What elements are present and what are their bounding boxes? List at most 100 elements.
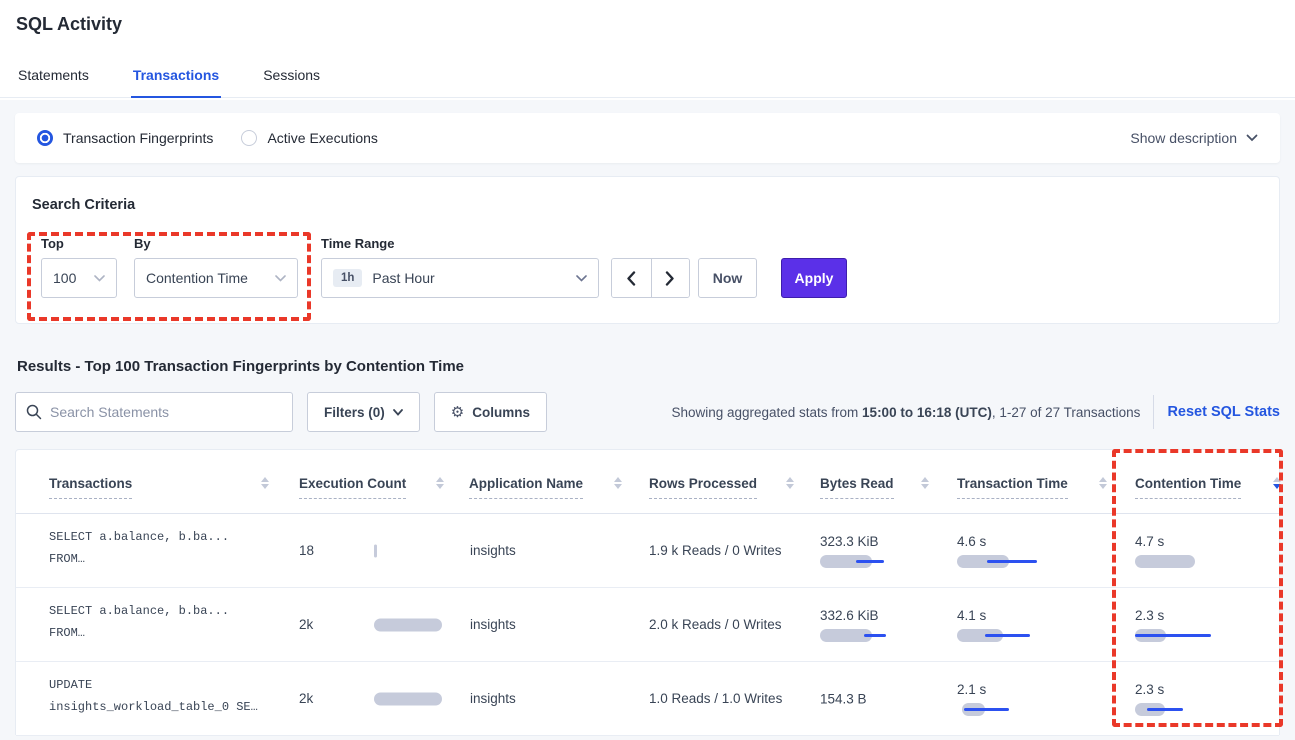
time-range-select[interactable]: 1h Past Hour bbox=[321, 258, 599, 298]
by-select-value: Contention Time bbox=[146, 270, 248, 286]
toolbar-divider bbox=[1153, 395, 1154, 429]
transaction-fingerprint-link[interactable]: UPDATEinsights_workload_table_0 SE… bbox=[49, 674, 258, 718]
by-select[interactable]: Contention Time bbox=[134, 258, 298, 298]
time-range-label: Time Range bbox=[321, 236, 394, 251]
transaction-time-cell: 4.6 s bbox=[957, 534, 1047, 568]
top-label: Top bbox=[41, 236, 64, 251]
sort-icon-bytes-read[interactable] bbox=[921, 477, 929, 489]
page-body: Transaction Fingerprints Active Executio… bbox=[0, 100, 1295, 740]
chevron-right-icon bbox=[665, 271, 675, 286]
show-description-toggle[interactable]: Show description bbox=[1130, 130, 1258, 146]
col-header-application-name[interactable]: Application Name bbox=[469, 476, 583, 499]
tab-statements[interactable]: Statements bbox=[16, 59, 91, 97]
search-criteria-heading: Search Criteria bbox=[32, 197, 135, 213]
col-header-transactions[interactable]: Transactions bbox=[49, 476, 132, 499]
bytes-read-cell: 154.3 B bbox=[820, 691, 867, 706]
toolbar-right: Showing aggregated stats from 15:00 to 1… bbox=[671, 395, 1280, 429]
transaction-time-bar bbox=[957, 703, 1047, 716]
execution-count-value: 2k bbox=[299, 588, 313, 661]
search-input[interactable] bbox=[15, 392, 293, 432]
chevron-down-icon bbox=[393, 409, 403, 416]
reset-sql-stats-link[interactable]: Reset SQL Stats bbox=[1167, 404, 1280, 420]
application-name-value: insights bbox=[470, 662, 516, 735]
bytes-read-cell: 323.3 KiB bbox=[820, 534, 910, 568]
radio-label: Transaction Fingerprints bbox=[63, 130, 213, 146]
sort-icon-contention-time[interactable] bbox=[1273, 477, 1281, 489]
aggregated-stats-text: Showing aggregated stats from 15:00 to 1… bbox=[671, 405, 1140, 420]
transaction-time-bar bbox=[957, 555, 1047, 568]
sort-icon-execution-count[interactable] bbox=[436, 477, 444, 489]
tab-sessions[interactable]: Sessions bbox=[261, 59, 322, 97]
by-label: By bbox=[134, 236, 151, 251]
transactions-table: Transactions Execution Count Application… bbox=[15, 449, 1280, 735]
bytes-read-cell: 332.6 KiB bbox=[820, 608, 910, 642]
contention-time-bar bbox=[1135, 703, 1225, 716]
now-button[interactable]: Now bbox=[698, 258, 757, 298]
bytes-read-bar bbox=[820, 555, 910, 568]
execution-count-value: 18 bbox=[299, 514, 314, 587]
filters-button[interactable]: Filters (0) bbox=[307, 392, 420, 432]
time-range-value: Past Hour bbox=[372, 270, 434, 286]
execution-count-bar bbox=[374, 544, 444, 557]
results-heading: Results - Top 100 Transaction Fingerprin… bbox=[15, 358, 1280, 375]
sort-icon-transactions[interactable] bbox=[261, 477, 269, 489]
contention-time-bar bbox=[1135, 629, 1225, 642]
chevron-down-icon bbox=[275, 275, 286, 282]
rows-processed-value: 1.0 Reads / 1.0 Writes bbox=[649, 662, 782, 735]
bytes-read-bar bbox=[820, 629, 910, 642]
show-description-label: Show description bbox=[1130, 130, 1237, 146]
sort-icon-application-name[interactable] bbox=[614, 477, 622, 489]
application-name-value: insights bbox=[470, 514, 516, 587]
transaction-fingerprint-link[interactable]: SELECT a.balance, b.ba...FROM… bbox=[49, 526, 229, 570]
time-next-button[interactable] bbox=[651, 259, 690, 297]
time-step-group bbox=[611, 258, 690, 298]
top-select[interactable]: 100 bbox=[41, 258, 117, 298]
transaction-time-cell: 4.1 s bbox=[957, 608, 1047, 642]
time-range-value-wrap: 1h Past Hour bbox=[333, 269, 435, 287]
contention-time-bar bbox=[1135, 555, 1225, 568]
col-header-rows-processed[interactable]: Rows Processed bbox=[649, 476, 757, 499]
results-toolbar: Filters (0) ⚙ Columns Showing aggregated… bbox=[15, 392, 1280, 432]
table-row: UPDATEinsights_workload_table_0 SE… 2k i… bbox=[16, 662, 1279, 736]
sort-icon-rows-processed[interactable] bbox=[786, 477, 794, 489]
col-header-bytes-read[interactable]: Bytes Read bbox=[820, 476, 894, 499]
col-header-execution-count[interactable]: Execution Count bbox=[299, 476, 406, 499]
transaction-time-cell: 2.1 s bbox=[957, 682, 1047, 716]
search-criteria-card: Search Criteria Top 100 By Contention Ti… bbox=[15, 176, 1280, 324]
view-toggle-bar: Transaction Fingerprints Active Executio… bbox=[15, 113, 1280, 163]
columns-label: Columns bbox=[472, 405, 530, 420]
top-select-value: 100 bbox=[53, 270, 76, 286]
chevron-down-icon bbox=[94, 275, 105, 282]
radio-selected-icon bbox=[37, 130, 53, 146]
contention-time-cell: 4.7 s bbox=[1135, 534, 1225, 568]
table-row: SELECT a.balance, b.ba...FROM… 18 insigh… bbox=[16, 514, 1279, 588]
tab-transactions[interactable]: Transactions bbox=[131, 59, 221, 98]
contention-time-cell: 2.3 s bbox=[1135, 608, 1225, 642]
stats-time-range: 15:00 to 16:18 (UTC) bbox=[862, 405, 992, 420]
col-header-transaction-time[interactable]: Transaction Time bbox=[957, 476, 1068, 499]
sql-activity-page: SQL Activity Statements Transactions Ses… bbox=[0, 0, 1295, 740]
application-name-value: insights bbox=[470, 588, 516, 661]
apply-button[interactable]: Apply bbox=[781, 258, 847, 298]
gear-icon: ⚙ bbox=[451, 403, 464, 421]
radio-active-executions[interactable]: Active Executions bbox=[241, 130, 378, 146]
time-prev-button[interactable] bbox=[612, 259, 651, 297]
chevron-down-icon bbox=[1246, 134, 1258, 142]
execution-count-bar bbox=[374, 692, 444, 705]
page-title: SQL Activity bbox=[16, 14, 1279, 35]
tab-bar: Statements Transactions Sessions bbox=[0, 59, 1295, 98]
sort-icon-transaction-time[interactable] bbox=[1099, 477, 1107, 489]
execution-count-bar bbox=[374, 618, 444, 631]
radio-label: Active Executions bbox=[267, 130, 378, 146]
contention-time-cell: 2.3 s bbox=[1135, 682, 1225, 716]
table-row: SELECT a.balance, b.ba...FROM… 2k insigh… bbox=[16, 588, 1279, 662]
transaction-time-bar bbox=[957, 629, 1047, 642]
time-range-badge: 1h bbox=[333, 269, 362, 287]
page-header: SQL Activity bbox=[0, 0, 1295, 35]
col-header-contention-time[interactable]: Contention Time bbox=[1135, 476, 1241, 499]
columns-button[interactable]: ⚙ Columns bbox=[434, 392, 547, 432]
table-header-row: Transactions Execution Count Application… bbox=[16, 450, 1279, 514]
radio-transaction-fingerprints[interactable]: Transaction Fingerprints bbox=[37, 130, 213, 146]
chevron-left-icon bbox=[626, 271, 636, 286]
transaction-fingerprint-link[interactable]: SELECT a.balance, b.ba...FROM… bbox=[49, 600, 229, 644]
